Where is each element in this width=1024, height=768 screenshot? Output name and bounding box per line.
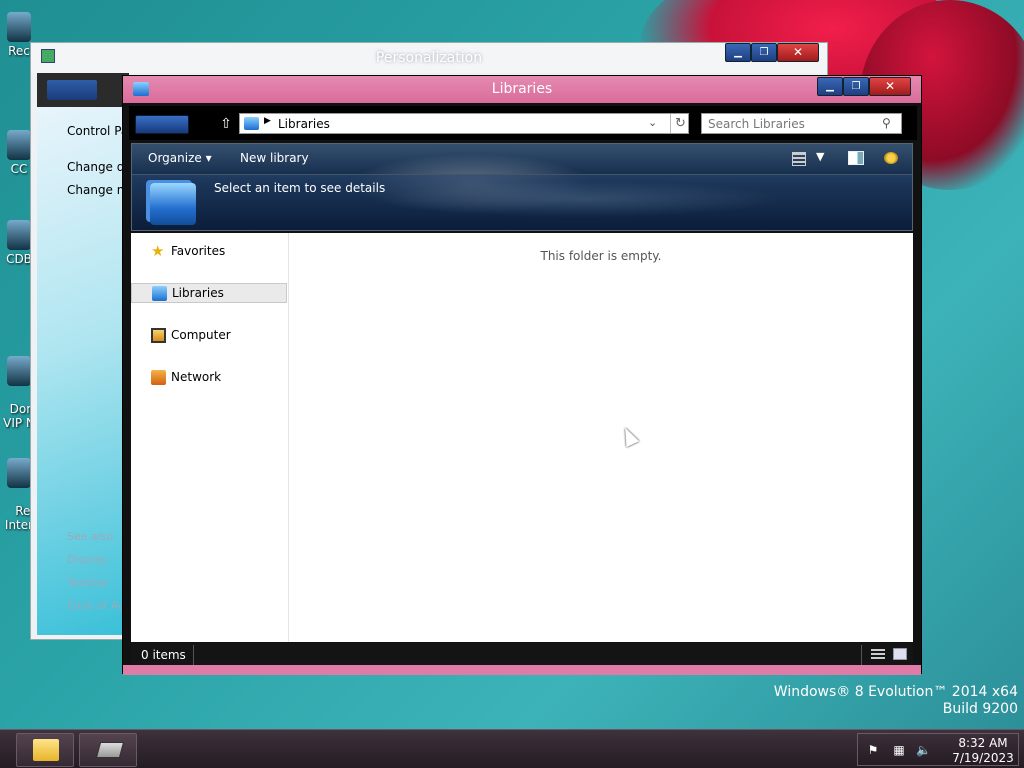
status-bar: 0 items (131, 643, 913, 667)
personalization-titlebar[interactable]: Personalization (31, 43, 827, 73)
personalization-icon (95, 742, 125, 758)
window-title: Libraries (491, 81, 553, 97)
clock-date: 7/19/2023 (952, 751, 1014, 765)
preview-pane-icon[interactable] (848, 151, 864, 165)
back-forward-buttons[interactable] (47, 80, 97, 100)
nav-item-label: Favorites (171, 244, 226, 258)
taskbar: ⚑ ▦ 🔈 8:32 AM 7/19/2023 (0, 729, 1024, 768)
close-button[interactable]: ✕ (777, 43, 819, 62)
personalization-icon (41, 49, 55, 63)
item-count: 0 items (141, 648, 186, 662)
large-icons-view-icon[interactable] (893, 648, 907, 660)
watermark-edition: Windows® 8 Evolution™ 2014 x64 (773, 684, 1018, 700)
refresh-icon[interactable]: ↻ (670, 114, 690, 133)
window-bottom-border (123, 665, 921, 675)
command-and-details-banner: Organize ▾ New library ▼ Select an item … (131, 143, 913, 231)
nav-item-network[interactable]: Network (131, 368, 287, 388)
clock-time: 8:32 AM (958, 736, 1008, 750)
status-divider (861, 645, 862, 665)
nav-item-label: Network (171, 370, 222, 384)
personalization-window-controls: ▁ ❐ ✕ (725, 43, 823, 64)
network-icon (151, 370, 166, 385)
change-mouse-pointers-link[interactable]: Change m (67, 183, 128, 197)
address-bar[interactable]: ▶ Libraries ⌄ ↻ (239, 113, 689, 134)
control-panel-home-link[interactable]: Control Pa (67, 124, 128, 138)
breadcrumb-arrow-icon[interactable]: ▶ (264, 116, 271, 126)
desktop-icon-label: Re Inter (4, 504, 34, 532)
details-text: Select an item to see details (214, 181, 386, 195)
empty-folder-message: This folder is empty. (540, 249, 662, 263)
libraries-window-controls: ▁ ❐ ✕ (817, 77, 921, 98)
see-also-heading: See also (67, 530, 114, 543)
chevron-down-icon[interactable]: ▼ (816, 150, 824, 163)
cdburner-icon (7, 220, 31, 250)
maximize-button[interactable]: ❐ (751, 43, 777, 62)
maximize-button[interactable]: ❐ (843, 77, 869, 96)
ie-icon (7, 356, 31, 386)
ease-of-access-link[interactable]: Ease of Ac (67, 599, 124, 612)
close-button[interactable]: ✕ (869, 77, 911, 96)
system-tray: ⚑ ▦ 🔈 8:32 AM 7/19/2023 (857, 733, 1019, 766)
desktop-icon-label: Rec (8, 44, 30, 58)
minimize-button[interactable]: ▁ (817, 77, 843, 96)
navigation-pane: ★ Favorites Libraries Computer Network (131, 233, 289, 642)
taskbar-button-personalization[interactable] (79, 733, 137, 767)
command-bar: Organize ▾ New library ▼ (132, 144, 912, 174)
window-title: Personalization (375, 50, 483, 66)
up-arrow-icon[interactable]: ⇧ (217, 115, 235, 133)
nav-item-label: Libraries (172, 286, 224, 300)
libraries-icon (244, 117, 259, 130)
star-icon: ★ (151, 242, 165, 260)
back-forward-buttons[interactable] (135, 115, 189, 134)
search-icon[interactable]: ⚲ (882, 116, 891, 130)
os-version-watermark: Windows® 8 Evolution™ 2014 x64 Build 920… (774, 684, 1018, 718)
ie-icon (7, 458, 31, 488)
nav-item-computer[interactable]: Computer (131, 326, 287, 346)
libraries-large-icon (150, 183, 196, 225)
search-input[interactable] (708, 116, 878, 131)
display-link[interactable]: Display (67, 553, 108, 566)
new-library-button[interactable]: New library (240, 151, 309, 165)
details-pane: Select an item to see details (132, 174, 912, 230)
file-explorer-icon (33, 739, 59, 761)
desktop-icon-label: CDB (6, 252, 32, 266)
watermark-build: Build 9200 (942, 701, 1018, 717)
computer-icon (151, 328, 166, 343)
desktop-icon-label: CC (10, 162, 28, 176)
action-center-flag-icon[interactable]: ⚑ (866, 743, 880, 757)
libraries-window[interactable]: Libraries ▁❐✕ ⇧ ▶ Libraries ⌄ ↻ ⚲ Organi… (122, 75, 922, 675)
nav-item-label: Computer (171, 328, 231, 342)
chevron-down-icon: ▾ (205, 151, 212, 165)
taskbar-button-explorer[interactable] (16, 733, 74, 767)
search-box[interactable]: ⚲ (701, 113, 902, 134)
recycle-bin-icon (7, 12, 31, 42)
help-icon[interactable] (884, 152, 898, 164)
details-view-icon[interactable] (871, 649, 885, 660)
clock[interactable]: 8:32 AM 7/19/2023 (950, 736, 1016, 766)
nav-item-libraries[interactable]: Libraries (131, 283, 287, 303)
network-status-icon[interactable]: ▦ (892, 743, 906, 757)
file-list-area[interactable]: This folder is empty. (289, 233, 913, 642)
organize-button[interactable]: Organize ▾ (148, 151, 212, 165)
breadcrumb-libraries[interactable]: Libraries (278, 117, 330, 131)
taskbar-link[interactable]: Taskbar (67, 576, 109, 589)
libraries-icon (133, 82, 149, 96)
volume-muted-icon[interactable]: 🔈 (916, 743, 931, 757)
libraries-titlebar[interactable]: Libraries (123, 76, 921, 103)
organize-label: Organize (148, 151, 202, 165)
chevron-down-icon[interactable]: ⌄ (648, 116, 657, 129)
nav-item-favorites[interactable]: ★ Favorites (131, 242, 287, 262)
libraries-icon (152, 286, 167, 301)
minimize-button[interactable]: ▁ (725, 43, 751, 62)
change-view-icon[interactable] (792, 152, 806, 166)
ccleaner-icon (7, 130, 31, 160)
status-divider (193, 645, 194, 665)
